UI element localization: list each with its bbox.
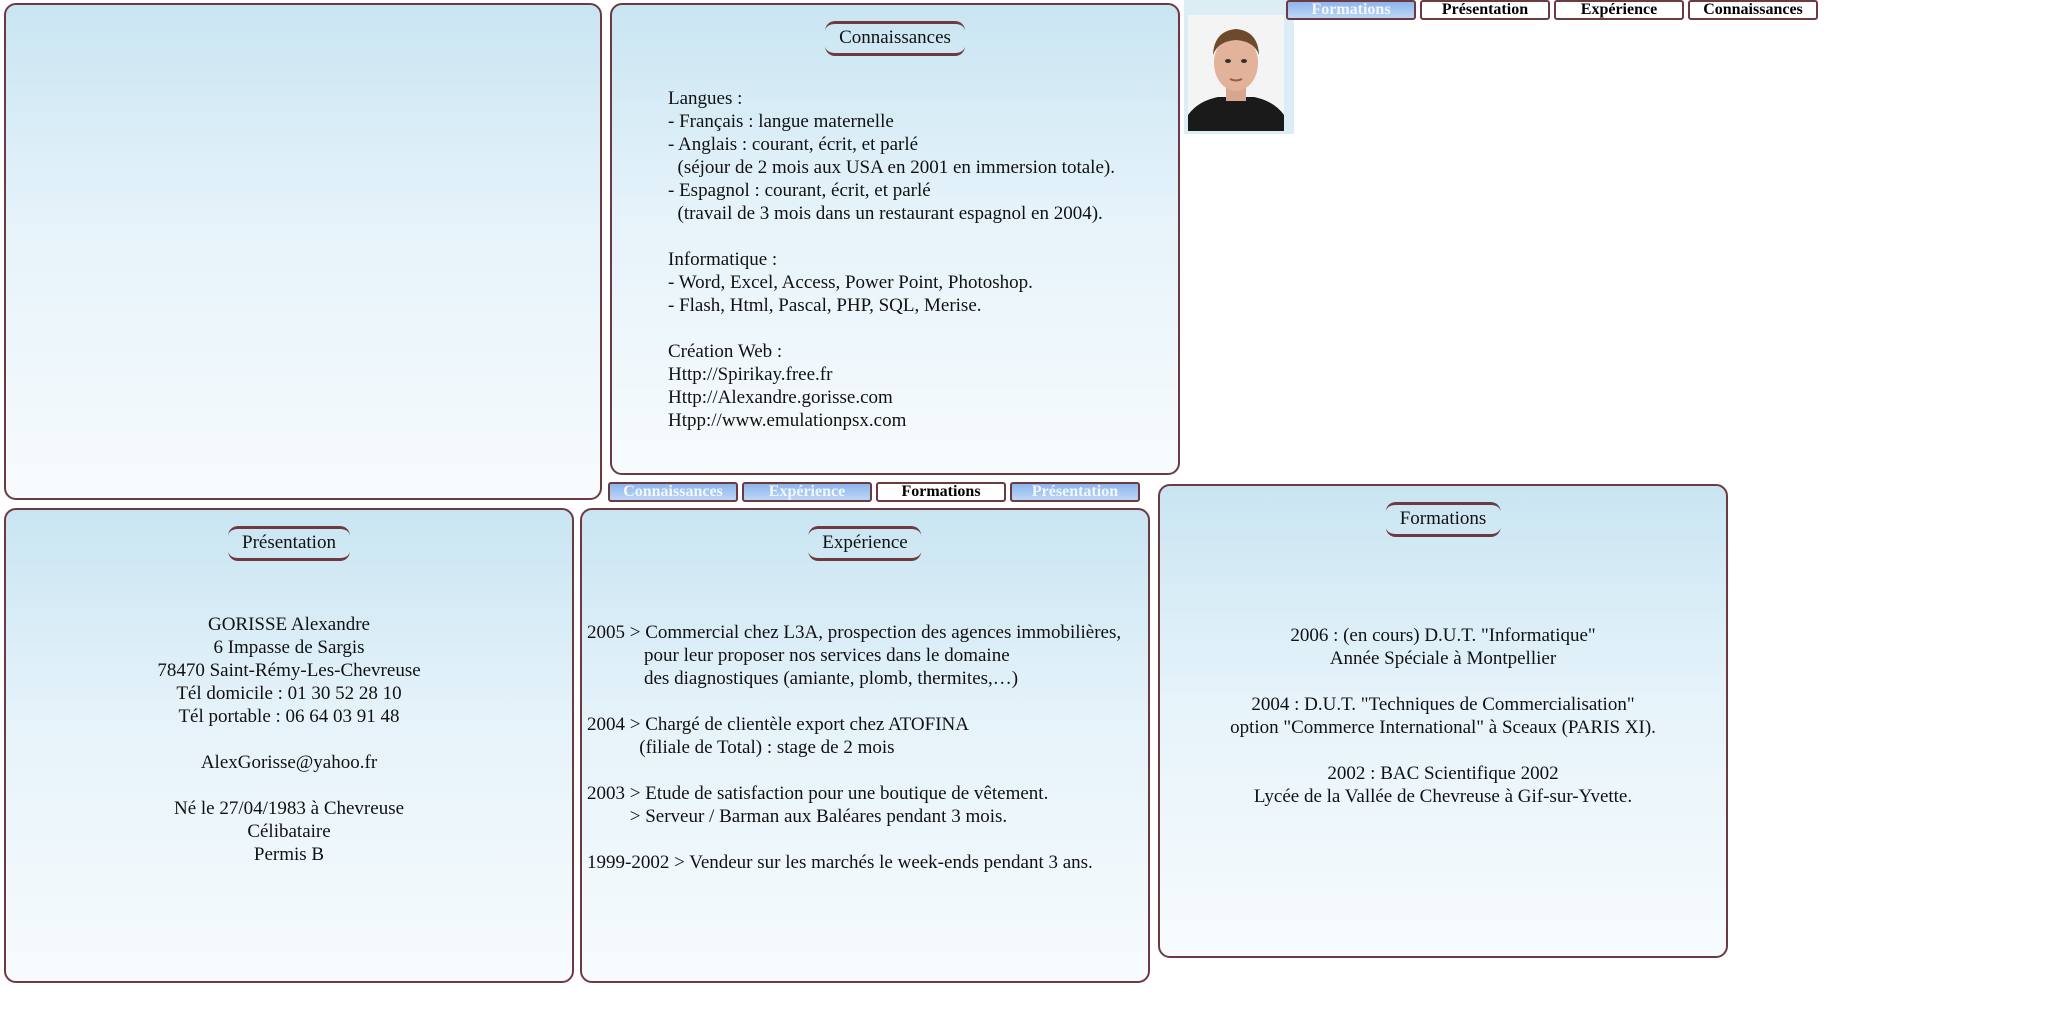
text-line: 2004 : D.U.T. "Techniques de Commerciali…	[1251, 694, 1635, 715]
text-line: 2002 : BAC Scientifique 2002	[1327, 763, 1559, 784]
text-line: 78470 Saint-Rémy-Les-Chevreuse	[157, 660, 421, 681]
text-line: Htpp://www.emulationpsx.com	[668, 410, 907, 431]
text-line: option "Commerce International" à Sceaux…	[1230, 717, 1656, 738]
text-line: Permis B	[253, 844, 325, 865]
text-line: Né le 27/04/1983 à Chevreuse	[173, 798, 405, 819]
text-line	[668, 225, 1115, 248]
text-line	[1160, 739, 1726, 762]
text-line: - Flash, Html, Pascal, PHP, SQL, Merise.	[668, 295, 982, 316]
experience-panel: Expérience 2005 > Commercial chez L3A, p…	[580, 508, 1150, 983]
presentation-title: Présentation	[228, 526, 350, 561]
text-line: (filiale de Total) : stage de 2 mois	[587, 737, 895, 758]
text-line: 2004 > Chargé de clientèle export chez A…	[587, 714, 969, 735]
text-line	[1160, 670, 1726, 693]
text-line: Année Spéciale à Montpellier	[1329, 648, 1557, 669]
text-line: Création Web :	[668, 341, 783, 362]
text-line	[587, 828, 1121, 851]
text-line: (travail de 3 mois dans un restaurant es…	[668, 203, 1103, 224]
experience-content: 2005 > Commercial chez L3A, prospection …	[587, 621, 1121, 874]
tab-experience-middle[interactable]: Expérience	[742, 482, 872, 502]
text-line	[587, 690, 1121, 713]
tab-formations-top[interactable]: Formations	[1286, 0, 1416, 20]
text-line: (séjour de 2 mois aux USA en 2001 en imm…	[668, 157, 1115, 178]
text-line: > Serveur / Barman aux Baléares pendant …	[587, 806, 1008, 827]
text-line: Informatique :	[668, 249, 778, 270]
text-line: des diagnostiques (amiante, plomb, therm…	[587, 668, 1019, 689]
text-line: - Espagnol : courant, écrit, et parlé	[668, 180, 931, 201]
text-line: - Anglais : courant, écrit, et parlé	[668, 134, 919, 155]
tab-formations-middle[interactable]: Formations	[876, 482, 1006, 502]
middle-tab-row: Connaissances Expérience Formations Prés…	[608, 482, 1140, 502]
formations-panel: Formations 2006 : (en cours) D.U.T. "Inf…	[1158, 484, 1728, 958]
experience-title: Expérience	[808, 526, 922, 561]
text-line: Célibataire	[247, 821, 331, 842]
tab-presentation-top[interactable]: Présentation	[1420, 0, 1550, 20]
text-line: Http://Alexandre.gorisse.com	[668, 387, 893, 408]
connaissances-panel: Connaissances Langues :- Français : lang…	[610, 3, 1180, 475]
text-line: AlexGorisse@yahoo.fr	[200, 752, 378, 773]
text-line: Tél portable : 06 64 03 91 48	[178, 706, 400, 727]
text-line: GORISSE Alexandre	[207, 614, 370, 635]
text-line: Langues :	[668, 88, 743, 109]
tab-experience-top[interactable]: Expérience	[1554, 0, 1684, 20]
text-line: 2006 : (en cours) D.U.T. "Informatique"	[1290, 625, 1596, 646]
tab-connaissances-top[interactable]: Connaissances	[1688, 0, 1818, 20]
connaissances-content: Langues :- Français : langue maternelle -…	[668, 87, 1115, 432]
text-line	[6, 774, 572, 797]
text-line	[587, 759, 1121, 782]
formations-title: Formations	[1385, 502, 1501, 537]
text-line: 6 Impasse de Sargis	[213, 637, 365, 658]
text-line: - Word, Excel, Access, Power Point, Phot…	[668, 272, 1033, 293]
presentation-content: GORISSE Alexandre 6 Impasse de Sargis 7847…	[6, 613, 572, 866]
text-line: Tél domicile : 01 30 52 28 10	[176, 683, 402, 704]
tab-presentation-middle[interactable]: Présentation	[1010, 482, 1140, 502]
text-line	[6, 728, 572, 751]
presentation-panel: Présentation GORISSE Alexandre 6 Impasse …	[4, 508, 574, 983]
text-line: Http://Spirikay.free.fr	[668, 364, 833, 385]
text-line: 1999-2002 > Vendeur sur les marchés le w…	[587, 852, 1093, 873]
text-line: 2005 > Commercial chez L3A, prospection …	[587, 622, 1122, 643]
empty-panel	[4, 3, 602, 500]
text-line	[668, 317, 1115, 340]
text-line: Lycée de la Vallée de Chevreuse à Gif-su…	[1253, 786, 1633, 807]
text-line: 2003 > Etude de satisfaction pour une bo…	[587, 783, 1049, 804]
text-line: - Français : langue maternelle	[668, 111, 894, 132]
top-tab-row: Formations Présentation Expérience Conna…	[1286, 0, 1818, 20]
connaissances-title: Connaissances	[825, 21, 965, 56]
text-line: pour leur proposer nos services dans le …	[587, 645, 1010, 666]
profile-photo	[1188, 15, 1284, 131]
formations-content: 2006 : (en cours) D.U.T. "Informatique" A…	[1160, 624, 1726, 808]
tab-connaissances-middle[interactable]: Connaissances	[608, 482, 738, 502]
